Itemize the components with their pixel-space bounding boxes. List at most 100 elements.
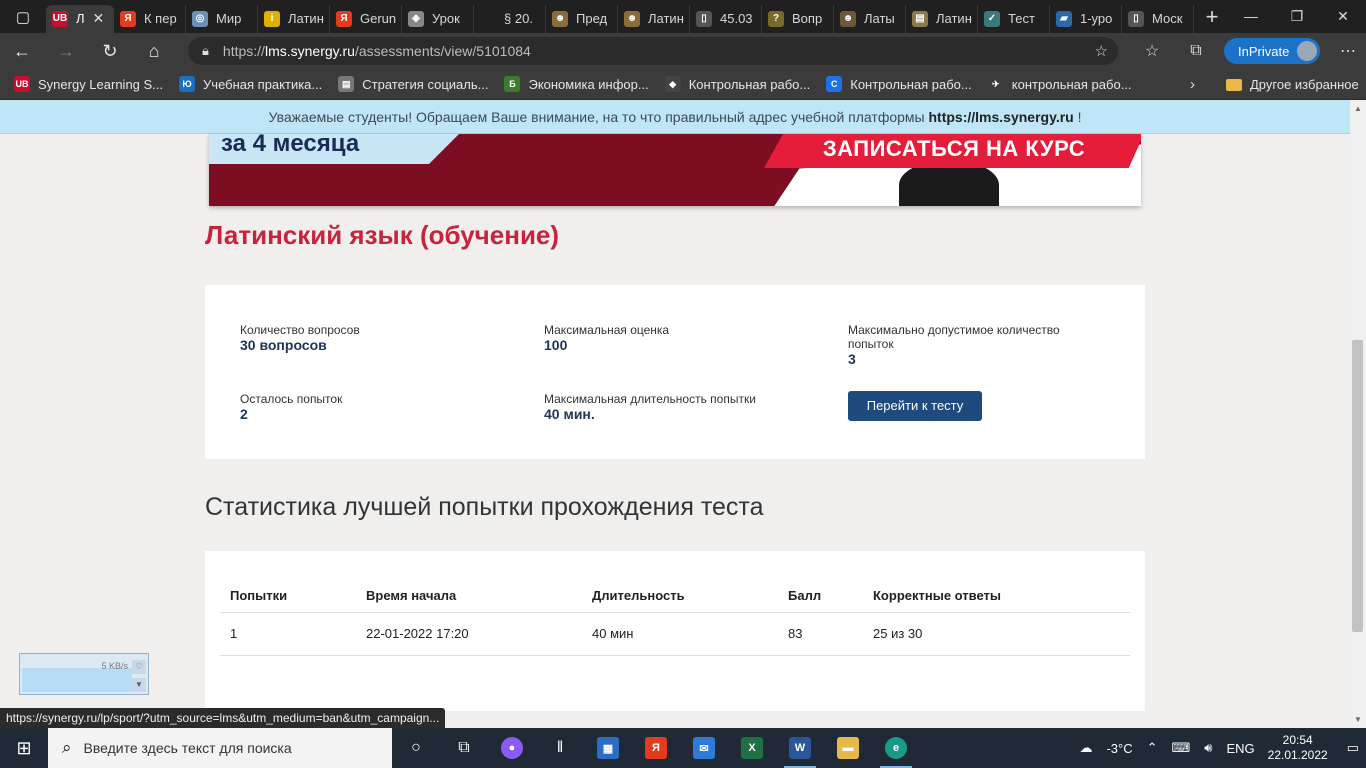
scroll-down-icon[interactable]: ▼ bbox=[1350, 715, 1366, 724]
browser-tab[interactable]: ▰ 1-уро bbox=[1050, 4, 1122, 33]
minimize-icon[interactable]: — bbox=[1228, 0, 1274, 33]
more-menu-icon[interactable]: ⋯ bbox=[1326, 41, 1366, 61]
browser-tab[interactable]: ✓ Тест bbox=[978, 4, 1050, 33]
browser-tab[interactable]: ☻ Латин bbox=[618, 4, 690, 33]
restore-icon[interactable]: ❐ bbox=[1274, 0, 1320, 33]
promo-banner[interactable]: за 4 месяца ЗАПИСАТЬСЯ НА КУРС bbox=[209, 134, 1141, 206]
cortana-icon[interactable]: ○ bbox=[392, 728, 440, 768]
close-tab-icon[interactable]: ✕ bbox=[93, 10, 105, 27]
profile-avatar bbox=[1297, 41, 1317, 61]
bookmark-item[interactable]: ◆ Контрольная рабо... bbox=[664, 76, 810, 92]
notifications-icon[interactable]: ▭ bbox=[1347, 740, 1359, 756]
table-cell: 25 из 30 bbox=[863, 612, 1130, 656]
page-scrollbar[interactable]: ▲ ▼ bbox=[1350, 100, 1366, 728]
weather-temp[interactable]: -3°C bbox=[1106, 741, 1132, 756]
info-label: Максимальная оценка bbox=[544, 323, 670, 337]
chevron-down-icon[interactable]: ▼ bbox=[132, 678, 146, 692]
table-cell: 40 мин bbox=[582, 612, 778, 656]
browser-tab-bar: ▢ UB Л ✕ Я К пер ◎ Мир i Латин Я Gerun ◈ Урок § 20. ☻ П… bbox=[0, 0, 1366, 33]
inprivate-badge[interactable]: InPrivate bbox=[1224, 38, 1320, 64]
bookmark-favicon-icon: ◆ bbox=[664, 76, 681, 92]
info-attempts-left: Осталось попыток 2 bbox=[240, 392, 342, 422]
browser-tab[interactable]: i Латин bbox=[258, 4, 330, 33]
network-icon[interactable]: ⌨ bbox=[1172, 740, 1191, 756]
clock[interactable]: 20:54 22.01.2022 bbox=[1268, 733, 1328, 763]
notice-bar: Уважаемые студенты! Обращаем Ваше вниман… bbox=[0, 100, 1350, 134]
store-icon[interactable]: ▦ bbox=[584, 728, 632, 768]
scroll-up-icon[interactable]: ▲ bbox=[1350, 104, 1366, 113]
bookmark-item[interactable]: C Контрольная рабо... bbox=[826, 76, 972, 92]
lock-icon[interactable]: 🔒︎ bbox=[202, 43, 209, 59]
browser-tab[interactable]: ◈ Урок bbox=[402, 4, 474, 33]
yandex-browser-icon[interactable]: Я bbox=[632, 728, 680, 768]
address-bar[interactable]: 🔒︎ https://lms.synergy.ru/assessments/vi… bbox=[188, 37, 1118, 65]
word-icon[interactable]: W bbox=[776, 728, 824, 768]
browser-tab[interactable]: ▯ Моск bbox=[1122, 4, 1194, 33]
refresh-icon[interactable]: ↻ bbox=[88, 41, 132, 62]
bookmark-list: UB Synergy Learning S... Ю Учебная практика… bbox=[14, 76, 1148, 92]
tab-favicon-icon: ☻ bbox=[840, 10, 856, 27]
home-icon[interactable]: ⌂ bbox=[132, 41, 176, 62]
network-meter-widget[interactable]: 5 KB/s ♡ ▼ bbox=[19, 653, 149, 695]
table-header-cell: Корректные ответы bbox=[863, 579, 1130, 613]
excel-icon[interactable]: X bbox=[728, 728, 776, 768]
browser-tab[interactable]: ◎ Мир bbox=[186, 4, 258, 33]
browser-tab[interactable]: ? Вопр bbox=[762, 4, 834, 33]
favorites-icon[interactable]: ☆ bbox=[1130, 41, 1174, 61]
bookmark-item[interactable]: UB Synergy Learning S... bbox=[14, 76, 163, 92]
bookmark-item[interactable]: ✈ контрольная рабо... bbox=[987, 76, 1132, 92]
browser-tab[interactable]: § 20. bbox=[474, 4, 546, 33]
browser-tab[interactable]: ☻ Пред bbox=[546, 4, 618, 33]
start-test-button[interactable]: Перейти к тесту bbox=[848, 391, 982, 421]
bookmark-label: Стратегия социаль... bbox=[362, 76, 489, 92]
alice-icon[interactable]: ● bbox=[488, 728, 536, 768]
close-window-icon[interactable]: ✕ bbox=[1320, 0, 1366, 33]
notice-link: https://lms.synergy.ru bbox=[928, 109, 1074, 125]
windows-start-icon[interactable]: ⊞ bbox=[0, 738, 48, 759]
bookmark-item[interactable]: Б Экономика инфор... bbox=[504, 76, 649, 92]
window-controls: — ❐ ✕ bbox=[1228, 0, 1366, 33]
bookmark-favicon-icon: C bbox=[826, 76, 843, 92]
heart-icon[interactable]: ♡ bbox=[132, 660, 146, 674]
scrollbar-thumb[interactable] bbox=[1352, 340, 1363, 632]
add-favorite-icon[interactable]: ☆ bbox=[1095, 42, 1108, 60]
task-view-icon[interactable]: ⧉ bbox=[440, 728, 488, 768]
tab-label: К пер bbox=[144, 11, 177, 26]
table-cell: 83 bbox=[778, 612, 863, 656]
bookmark-item[interactable]: Ю Учебная практика... bbox=[179, 76, 322, 92]
chevron-up-icon[interactable]: ⌃ bbox=[1147, 740, 1158, 756]
mail-icon[interactable]: ✉ bbox=[680, 728, 728, 768]
search-icon: ⌕ bbox=[62, 738, 72, 757]
browser-tab[interactable]: ☻ Латы bbox=[834, 4, 906, 33]
stats-table: Попытки Время начала Длительность Балл Корре… bbox=[220, 579, 1130, 656]
browser-tab[interactable]: ▯ 45.03 bbox=[690, 4, 762, 33]
taskbar-search[interactable]: ⌕ Введите здесь текст для поиска bbox=[48, 728, 392, 768]
tab-label: Тест bbox=[1008, 11, 1035, 26]
file-explorer-icon[interactable]: ▬ bbox=[824, 728, 872, 768]
browser-tab[interactable]: Я Gerun bbox=[330, 4, 402, 33]
bookmark-favicon-icon: Б bbox=[504, 76, 521, 92]
language-indicator[interactable]: ENG bbox=[1226, 741, 1254, 756]
collections-icon[interactable]: ⧉ bbox=[1174, 42, 1218, 60]
browser-tab[interactable]: Я К пер bbox=[114, 4, 186, 33]
other-favorites[interactable]: Другое избранное bbox=[1226, 69, 1359, 100]
new-tab-button[interactable]: + bbox=[1194, 4, 1230, 30]
chevron-right-icon[interactable]: › bbox=[1190, 69, 1195, 100]
banner-cta-button[interactable]: ЗАПИСАТЬСЯ НА КУРС bbox=[764, 134, 1141, 168]
edge-icon[interactable]: e bbox=[872, 728, 920, 768]
tab-label: Вопр bbox=[792, 11, 823, 26]
system-tray: ☁ -3°C ⌃ ⌨ 🔊︎ ENG 20:54 22.01.2022 ▭ bbox=[1072, 728, 1366, 768]
tab-label: Латин bbox=[288, 11, 324, 26]
browser-tab[interactable]: UB Л ✕ bbox=[46, 4, 114, 33]
tab-strip: UB Л ✕ Я К пер ◎ Мир i Латин Я Gerun ◈ Урок § 20. ☻ Пре… bbox=[46, 1, 1194, 33]
volume-icon[interactable]: 🔊︎ bbox=[1204, 740, 1212, 756]
bookmark-item[interactable]: ▤ Стратегия социаль... bbox=[338, 76, 488, 92]
browser-tab[interactable]: ▤ Латин bbox=[906, 4, 978, 33]
browser-toolbar: ← → ↻ ⌂ 🔒︎ https://lms.synergy.ru/assess… bbox=[0, 33, 1366, 69]
weather-cloud-icon[interactable]: ☁ bbox=[1079, 740, 1092, 756]
back-icon[interactable]: ← bbox=[0, 41, 44, 62]
tab-actions-icon[interactable]: ▢ bbox=[0, 0, 46, 33]
bookmark-label: контрольная рабо... bbox=[1011, 76, 1132, 92]
toolbar-right: ☆ ⧉ InPrivate ⋯ bbox=[1130, 33, 1366, 69]
forward-icon[interactable]: → bbox=[44, 41, 88, 62]
